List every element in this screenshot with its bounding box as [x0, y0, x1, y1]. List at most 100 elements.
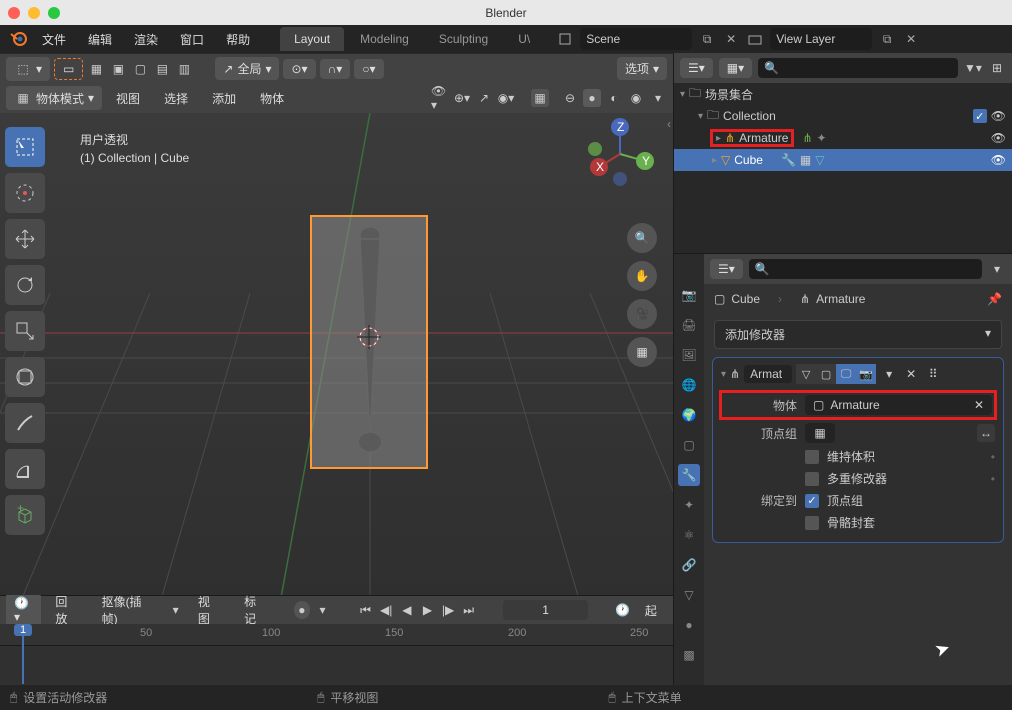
- modifier-delete-icon[interactable]: ✕: [902, 365, 920, 383]
- properties-editor-type[interactable]: ☰▾: [710, 259, 743, 279]
- tab-particles[interactable]: ✦: [678, 494, 700, 516]
- shading-dropdown-icon[interactable]: ▾: [649, 89, 667, 107]
- scene-delete-icon[interactable]: ✕: [720, 28, 742, 50]
- timeline-editor-type[interactable]: 🕐▾: [6, 593, 41, 627]
- menu-file[interactable]: 文件: [32, 27, 76, 52]
- workspace-tab-sculpting[interactable]: Sculpting: [425, 27, 502, 51]
- blender-logo-icon[interactable]: [6, 27, 30, 51]
- select-box-tool-icon[interactable]: ▭: [54, 58, 83, 80]
- gizmo-toggle-icon[interactable]: ⊕▾: [453, 89, 471, 107]
- properties-search[interactable]: 🔍: [749, 259, 982, 279]
- properties-search-input[interactable]: [770, 262, 976, 276]
- viewlayer-browse-icon[interactable]: [744, 28, 766, 50]
- measure-tool[interactable]: [5, 449, 45, 489]
- breadcrumb-cube[interactable]: Cube: [731, 292, 760, 306]
- modifier-extras-dropdown[interactable]: ▾: [880, 365, 898, 383]
- select-box-tool[interactable]: [5, 127, 45, 167]
- menu-edit[interactable]: 编辑: [78, 27, 122, 52]
- visibility-eye-icon[interactable]: 👁: [991, 109, 1006, 123]
- jump-to-next-keyframe-icon[interactable]: |▶: [440, 601, 457, 619]
- pose-mode-icon[interactable]: ⋔: [802, 131, 812, 145]
- cursor-tool[interactable]: [5, 173, 45, 213]
- mod-render-toggle[interactable]: 📷: [856, 364, 876, 384]
- current-frame-field[interactable]: 1: [503, 600, 587, 620]
- timeline-ruler[interactable]: 50 100 150 200 250: [0, 624, 673, 646]
- overlay-toggle-icon[interactable]: ↗: [475, 89, 493, 107]
- properties-options-icon[interactable]: ▾: [988, 260, 1006, 278]
- outliner-display-mode[interactable]: ▦▾: [719, 58, 752, 78]
- collapse-sidebar-icon[interactable]: ‹: [667, 117, 671, 131]
- minimize-window-button[interactable]: [28, 7, 40, 19]
- perspective-toggle-icon[interactable]: ▦: [627, 337, 657, 367]
- select-all-icon[interactable]: ▣: [109, 60, 127, 78]
- annotate-tool[interactable]: [5, 403, 45, 443]
- pivot-point-dropdown[interactable]: ⊙▾: [283, 59, 315, 79]
- editor-type-selector[interactable]: ⬚▾: [6, 57, 50, 81]
- clear-field-icon[interactable]: ✕: [974, 398, 984, 412]
- preserve-volume-checkbox[interactable]: [805, 450, 819, 464]
- rotate-tool[interactable]: [5, 265, 45, 305]
- invert-selection-icon[interactable]: ▦: [87, 60, 105, 78]
- view-layer-input[interactable]: [776, 32, 866, 46]
- viewlayer-delete-icon[interactable]: ✕: [900, 28, 922, 50]
- viewlayer-copy-icon[interactable]: ⧉: [876, 28, 898, 50]
- visibility-eye-icon[interactable]: 👁: [991, 153, 1006, 167]
- breadcrumb-armature[interactable]: Armature: [816, 292, 865, 306]
- timeline-body[interactable]: 1: [0, 646, 673, 684]
- workspace-tab-uv[interactable]: U\: [504, 27, 544, 51]
- add-menu[interactable]: 添加: [202, 86, 246, 111]
- menu-help[interactable]: 帮助: [216, 27, 260, 52]
- transform-tool[interactable]: [5, 357, 45, 397]
- view-layer-field[interactable]: [770, 28, 872, 50]
- expand-icon[interactable]: ▾: [680, 89, 685, 100]
- vertex-group-icon[interactable]: ▦: [800, 153, 811, 167]
- tab-object[interactable]: ▢: [678, 434, 700, 456]
- workspace-tab-modeling[interactable]: Modeling: [346, 27, 423, 51]
- object-menu[interactable]: 物体: [250, 86, 294, 111]
- tab-world[interactable]: 🌍: [678, 404, 700, 426]
- menu-render[interactable]: 渲染: [124, 27, 168, 52]
- jump-to-start-icon[interactable]: ⏮: [357, 601, 374, 619]
- tab-physics[interactable]: ⚛: [678, 524, 700, 546]
- tab-mesh-data[interactable]: ▽: [678, 584, 700, 606]
- mod-edit-mode-toggle[interactable]: ▽: [796, 364, 816, 384]
- navigation-gizmo[interactable]: Z Y X: [585, 119, 655, 189]
- tab-material[interactable]: ●: [678, 614, 700, 636]
- outliner-new-collection-icon[interactable]: ⊞: [988, 59, 1006, 77]
- modifier-object-field[interactable]: ▢ Armature ✕: [805, 395, 992, 415]
- mod-cage-toggle[interactable]: ▢: [816, 364, 836, 384]
- keyframe-type-dropdown[interactable]: ▾: [314, 601, 331, 619]
- move-tool[interactable]: [5, 219, 45, 259]
- modifier-name-field[interactable]: Armat: [744, 365, 792, 383]
- tree-scene-collection[interactable]: ▾ 🗀 场景集合: [674, 83, 1012, 105]
- shading-rendered-icon[interactable]: ◉: [627, 89, 645, 107]
- pan-icon[interactable]: ✋: [627, 261, 657, 291]
- shading-wireframe-icon[interactable]: ⊖: [561, 89, 579, 107]
- tab-modifiers[interactable]: 🔧: [678, 464, 700, 486]
- jump-to-prev-keyframe-icon[interactable]: ◀|: [378, 601, 395, 619]
- select-intersect-icon[interactable]: ▤: [153, 60, 171, 78]
- tab-scene[interactable]: 🌐: [678, 374, 700, 396]
- shading-material-icon[interactable]: ◐: [605, 89, 623, 107]
- outliner-search[interactable]: 🔍: [758, 58, 958, 78]
- auto-keyframe-toggle[interactable]: ●: [294, 601, 311, 619]
- outliner-filter-icon[interactable]: ▼▾: [964, 59, 982, 77]
- camera-view-icon[interactable]: 🎥: [627, 299, 657, 329]
- visibility-eye-icon[interactable]: 👁: [991, 131, 1006, 145]
- shading-solid-icon[interactable]: ●: [583, 89, 601, 107]
- tree-armature[interactable]: ▸ ⋔ Armature ⋔ ✦ 👁: [674, 127, 1012, 149]
- add-modifier-dropdown[interactable]: 添加修改器 ▾: [714, 320, 1002, 349]
- collection-exclude-checkbox[interactable]: ✓: [973, 109, 987, 123]
- outliner-editor-type[interactable]: ☰▾: [680, 58, 713, 78]
- expand-icon[interactable]: ▸: [716, 133, 721, 144]
- outliner-search-input[interactable]: [779, 61, 952, 75]
- modifier-wrench-icon[interactable]: 🔧: [781, 153, 796, 167]
- bind-vgroups-checkbox[interactable]: ✓: [805, 494, 819, 508]
- vertex-group-field[interactable]: ▦: [805, 423, 835, 443]
- expand-icon[interactable]: ▾: [698, 111, 703, 122]
- transform-orientation-dropdown[interactable]: ↗ 全局 ▾: [215, 57, 279, 80]
- mod-realtime-toggle[interactable]: 🖵: [836, 364, 856, 384]
- tab-render[interactable]: 📷: [678, 284, 700, 306]
- frame-range-icon[interactable]: 🕐: [614, 601, 631, 619]
- close-window-button[interactable]: [8, 7, 20, 19]
